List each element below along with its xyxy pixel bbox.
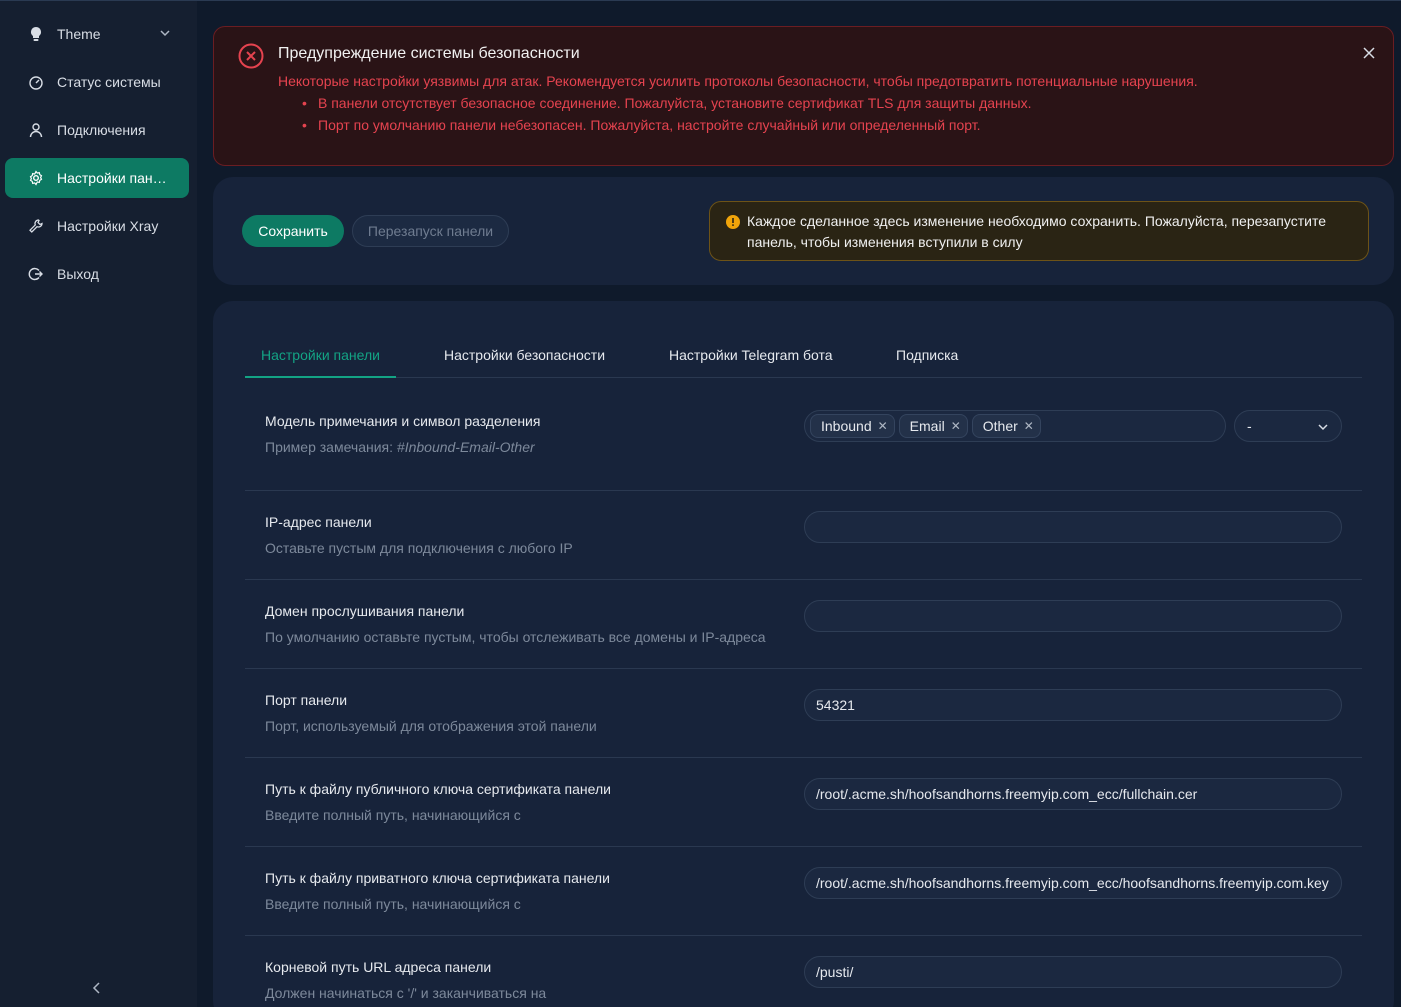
- tab-telegram-settings[interactable]: Настройки Telegram бота: [669, 347, 833, 363]
- dashboard-icon: [28, 74, 44, 90]
- setting-row-basepath: Корневой путь URL адреса панели Должен н…: [245, 936, 1362, 1007]
- settings-card: Настройки панели Настройки безопасности …: [213, 301, 1394, 1007]
- sidebar-item-status[interactable]: Статус системы: [5, 62, 189, 102]
- close-icon[interactable]: ✕: [951, 419, 961, 433]
- sidebar-item-theme[interactable]: Theme: [5, 14, 189, 54]
- sidebar-item-xray[interactable]: Настройки Xray: [5, 206, 189, 246]
- setting-row-cert: Путь к файлу публичного ключа сертификат…: [245, 758, 1362, 847]
- panel-ip-input[interactable]: [804, 511, 1342, 543]
- setting-hint: Оставьте пустым для подключения с любого…: [265, 540, 573, 556]
- tool-icon: [28, 218, 44, 234]
- tab-panel-settings[interactable]: Настройки панели: [261, 347, 380, 363]
- setting-label: IP-адрес панели: [265, 514, 372, 530]
- key-path-input[interactable]: /root/.acme.sh/hoofsandhorns.freemyip.co…: [804, 867, 1342, 899]
- logout-icon: [28, 266, 44, 282]
- settings-tabs: Настройки панели Настройки безопасности …: [245, 341, 1362, 378]
- tab-security-settings[interactable]: Настройки безопасности: [444, 347, 605, 363]
- cert-path-input[interactable]: /root/.acme.sh/hoofsandhorns.freemyip.co…: [804, 778, 1342, 810]
- save-button[interactable]: Сохранить: [242, 215, 344, 247]
- actions-card: Сохранить Перезапуск панели Каждое сдела…: [213, 177, 1394, 285]
- setting-hint: Пример замечания: #Inbound-Email-Other: [265, 439, 535, 455]
- select-value: -: [1247, 418, 1252, 434]
- panel-domain-input[interactable]: [804, 600, 1342, 632]
- setting-hint: По умолчанию оставьте пустым, чтобы отсл…: [265, 629, 766, 645]
- warning-circle-icon: [726, 214, 740, 229]
- setting-row-key: Путь к файлу приватного ключа сертификат…: [245, 847, 1362, 936]
- setting-row-domain: Домен прослушивания панели По умолчанию …: [245, 580, 1362, 669]
- sidebar-item-label: Статус системы: [57, 74, 161, 90]
- sidebar-item-label: Theme: [57, 26, 101, 42]
- setting-label: Путь к файлу публичного ключа сертификат…: [265, 781, 611, 797]
- bulb-icon: [28, 26, 44, 42]
- separator-select[interactable]: -: [1234, 410, 1342, 442]
- chevron-down-icon: [1317, 420, 1329, 436]
- sidebar-item-logout[interactable]: Выход: [5, 254, 189, 294]
- panel-port-input[interactable]: 54321: [804, 689, 1342, 721]
- remark-tag[interactable]: Email ✕: [898, 414, 968, 438]
- sidebar-item-label: Выход: [57, 266, 99, 282]
- sidebar-item-connections[interactable]: Подключения: [5, 110, 189, 150]
- setting-label: Домен прослушивания панели: [265, 603, 465, 619]
- setting-hint: Порт, используемый для отображения этой …: [265, 718, 597, 734]
- collapse-sidebar-icon[interactable]: [88, 979, 106, 997]
- base-path-input[interactable]: /pusti/: [804, 956, 1342, 988]
- setting-label: Путь к файлу приватного ключа сертификат…: [265, 870, 610, 886]
- remark-tag[interactable]: Other ✕: [971, 414, 1041, 438]
- security-alert: Предупреждение системы безопасности Неко…: [213, 26, 1394, 166]
- setting-label: Порт панели: [265, 692, 348, 708]
- remark-tag[interactable]: Inbound ✕: [810, 414, 895, 438]
- sidebar-item-label: Настройки Xray: [57, 218, 159, 234]
- setting-row-remark: Модель примечания и символ разделения Пр…: [245, 378, 1362, 491]
- remark-tags-select[interactable]: Inbound ✕ Email ✕ Other ✕: [804, 410, 1226, 442]
- restart-panel-button[interactable]: Перезапуск панели: [352, 215, 509, 247]
- close-icon[interactable]: ✕: [878, 419, 888, 433]
- alert-title: Предупреждение системы безопасности: [278, 45, 580, 62]
- setting-hint: Должен начинаться с '/' и заканчиваться …: [265, 985, 547, 1001]
- alert-list-item: В панели отсутствует безопасное соединен…: [278, 95, 1031, 117]
- gear-icon: [28, 170, 44, 186]
- error-circle-icon: [238, 43, 264, 69]
- setting-label: Модель примечания и символ разделения: [265, 413, 541, 429]
- close-icon[interactable]: [1361, 45, 1377, 61]
- user-icon: [28, 122, 44, 138]
- warning-text-line: Каждое сделанное здесь изменение необход…: [747, 213, 1327, 229]
- tab-subscription[interactable]: Подписка: [896, 347, 958, 363]
- alert-list: В панели отсутствует безопасное соединен…: [278, 95, 1031, 139]
- sidebar-item-label: Подключения: [57, 122, 146, 138]
- setting-label: Корневой путь URL адреса панели: [265, 959, 492, 975]
- alert-description: Некоторые настройки уязвимы для атак. Ре…: [278, 73, 1198, 89]
- setting-hint: Введите полный путь, начинающийся с: [265, 807, 521, 823]
- setting-row-port: Порт панели Порт, используемый для отобр…: [245, 669, 1362, 758]
- close-icon[interactable]: ✕: [1024, 419, 1034, 433]
- sidebar: Theme Статус системы Подключения Настрой…: [0, 1, 197, 1007]
- setting-row-ip: IP-адрес панели Оставьте пустым для подк…: [245, 491, 1362, 580]
- setting-hint: Введите полный путь, начинающийся с: [265, 896, 521, 912]
- save-warning: Каждое сделанное здесь изменение необход…: [709, 201, 1369, 261]
- sidebar-item-label: Настройки пан…: [57, 170, 167, 186]
- alert-list-item: Порт по умолчанию панели небезопасен. По…: [278, 117, 1031, 139]
- warning-text-line: панель, чтобы изменения вступили в силу: [747, 234, 1023, 250]
- sidebar-item-panel-settings[interactable]: Настройки пан…: [5, 158, 189, 198]
- chevron-down-icon: [159, 26, 171, 42]
- remark-example: #Inbound-Email-Other: [396, 439, 535, 455]
